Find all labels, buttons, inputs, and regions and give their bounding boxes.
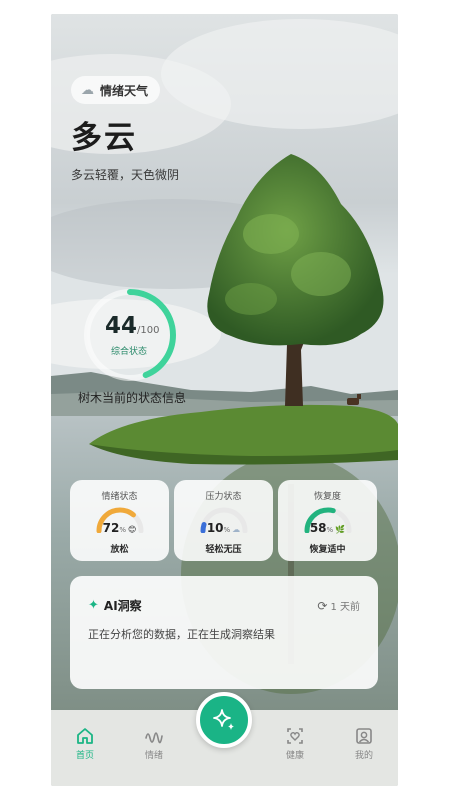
ai-center-button[interactable]	[196, 692, 252, 748]
smile-emoji-icon: 😊	[128, 525, 137, 534]
health-scan-icon	[287, 728, 303, 744]
cloud-icon: ☁	[232, 525, 241, 534]
overall-score: 44/100	[105, 313, 159, 339]
weather-title: 多云	[71, 120, 137, 156]
app-screen: ☁ 情绪天气 多云 多云轻覆，天色微阴 44/100 综合状态 树木当前的状态信…	[51, 14, 398, 786]
metric-status: 恢复适中	[309, 545, 346, 555]
emotion-unit: %	[119, 526, 126, 534]
nav-label-health: 健康	[285, 751, 304, 761]
sparkle-icon	[213, 709, 234, 730]
ai-insight-card[interactable]: ✦ AI洞察 ⟳ 1 天前 正在分析您的数据，正在生成洞察结果	[70, 576, 378, 689]
overall-score-value: 44	[105, 313, 138, 339]
overall-status-ring: 44/100 综合状态	[81, 286, 179, 384]
emotion-value: 72	[102, 521, 120, 535]
wave-icon	[145, 732, 163, 744]
metric-card-emotion[interactable]: 情绪状态 72% 😊 放松	[70, 480, 169, 561]
emotion-weather-label: 情绪天气	[100, 83, 149, 98]
ai-insight-title: AI洞察	[103, 599, 142, 613]
emotion-weather-pill[interactable]: ☁ 情绪天气	[71, 76, 161, 104]
metric-card-stress[interactable]: 压力状态 10% ☁ 轻松无压	[174, 480, 273, 561]
overall-score-max: /100	[137, 325, 160, 336]
ai-insight-refresh[interactable]: ⟳ 1 天前	[317, 598, 360, 614]
metric-title: 情绪状态	[101, 492, 138, 502]
nav-label-mood: 情绪	[144, 751, 163, 761]
metric-value: 10% ☁	[174, 521, 273, 535]
sparkle-icon: ✦	[88, 598, 99, 613]
metric-card-recovery[interactable]: 恢复度 58% 🌿 恢复适中	[278, 480, 377, 561]
metric-title: 压力状态	[205, 492, 242, 502]
ai-insight-body: 正在分析您的数据，正在生成洞察结果	[88, 628, 275, 641]
nav-item-mood[interactable]: 情绪	[134, 726, 174, 761]
recovery-unit: %	[326, 526, 334, 534]
metric-value: 72% 😊	[70, 521, 169, 535]
refresh-icon: ⟳	[317, 598, 328, 613]
nav-item-mine[interactable]: 我的	[344, 726, 384, 761]
stress-value: 10	[206, 521, 224, 535]
stress-unit: %	[223, 526, 231, 534]
metric-value: 58% 🌿	[278, 521, 377, 535]
home-icon	[77, 728, 93, 744]
cloud-icon: ☁	[81, 82, 94, 98]
nav-item-health[interactable]: 健康	[275, 726, 315, 761]
profile-icon	[356, 728, 372, 744]
metric-status: 轻松无压	[205, 545, 242, 555]
metric-title: 恢复度	[313, 492, 341, 502]
ai-insight-header: ✦ AI洞察	[88, 597, 142, 614]
tree-status-info[interactable]: 树木当前的状态信息	[78, 389, 186, 406]
metric-cards: 情绪状态 72%😊 放松 压力状态 10%☁ 轻松无压 恢复度 58%🌿	[70, 480, 377, 561]
overall-status-label: 综合状态	[111, 347, 148, 357]
recovery-value: 58	[309, 521, 327, 535]
weather-description: 多云轻覆，天色微阴	[71, 168, 180, 182]
nav-label-mine: 我的	[354, 751, 373, 761]
metric-status: 放松	[110, 545, 129, 555]
nav-item-home[interactable]: 首页	[65, 726, 105, 761]
leaf-icon: 🌿	[335, 525, 346, 534]
nav-label-home: 首页	[75, 751, 94, 761]
ai-insight-time: 1 天前	[330, 602, 360, 613]
